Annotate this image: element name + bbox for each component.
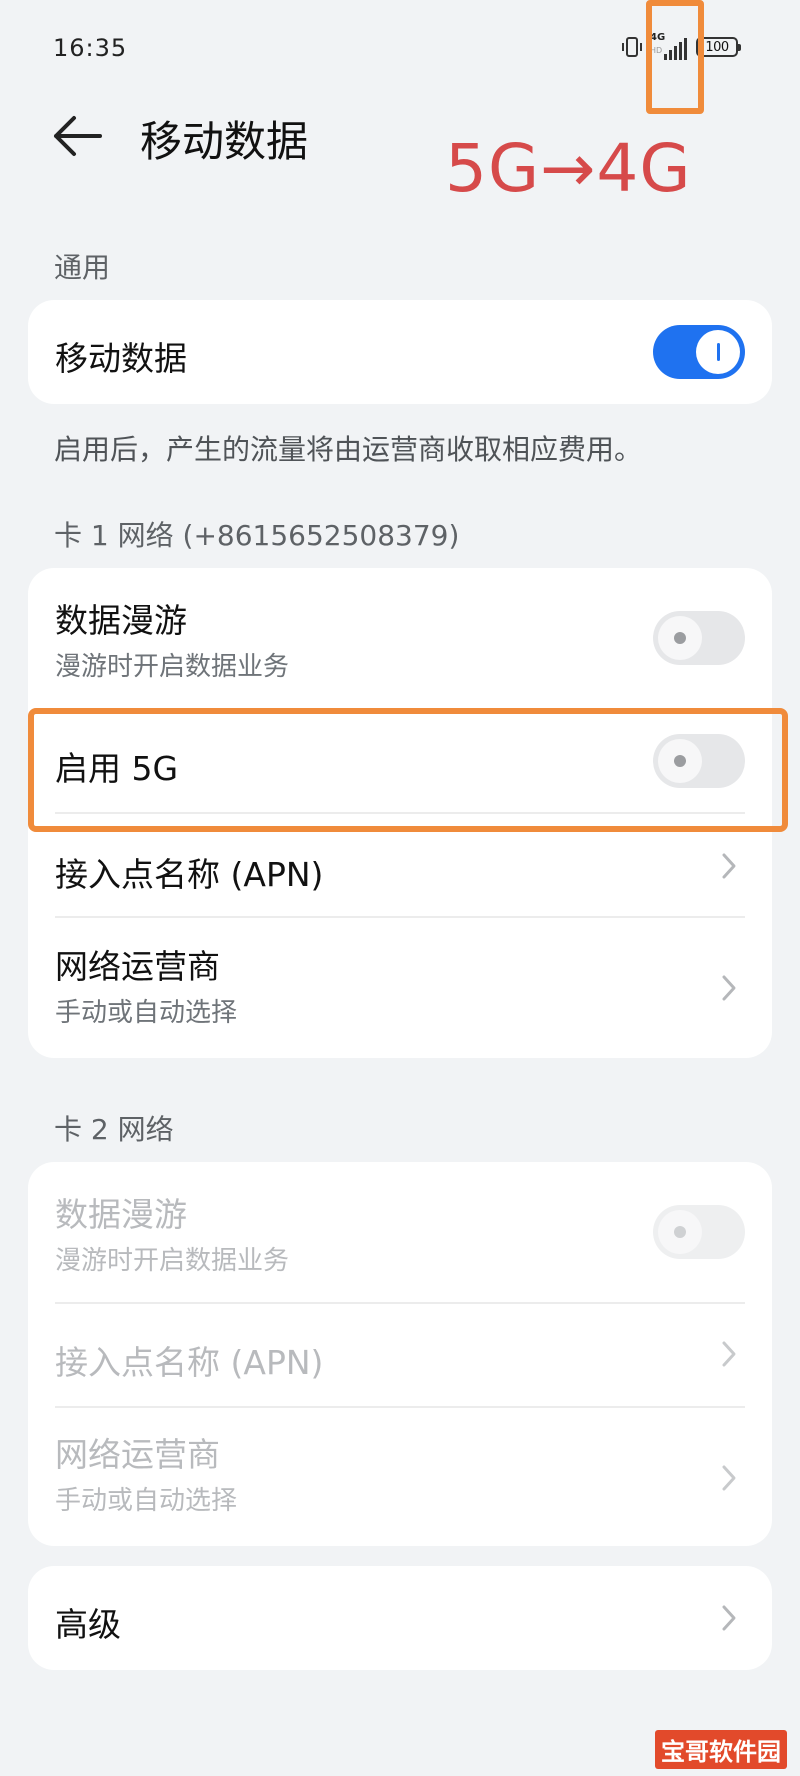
status-highlight-box (646, 0, 704, 114)
watermark: 宝哥软件园 (655, 1730, 787, 1769)
sim2-carrier-subtitle: 手动或自动选择 (55, 1486, 238, 1516)
sim1-carrier-subtitle: 手动或自动选择 (55, 998, 238, 1028)
sim1-apn-row[interactable]: 接入点名称 (APN) (28, 814, 772, 918)
status-time: 16:35 (53, 34, 128, 62)
sim2-roaming-row[interactable]: 数据漫游 漫游时开启数据业务 (28, 1162, 772, 1302)
sim1-apn-title: 接入点名称 (APN) (55, 855, 324, 894)
mobile-data-toggle[interactable] (653, 325, 745, 379)
vibrate-icon (622, 37, 642, 57)
enable-5g-toggle[interactable] (653, 734, 745, 788)
section-label-sim1: 卡 1 网络 (+8615652508379) (54, 519, 460, 552)
sim2-roaming-title: 数据漫游 (55, 1195, 187, 1234)
sim1-roaming-toggle[interactable] (653, 611, 745, 665)
sim2-roaming-subtitle: 漫游时开启数据业务 (55, 1246, 290, 1276)
mobile-data-note: 启用后，产生的流量将由运营商收取相应费用。 (54, 433, 643, 466)
sim1-carrier-row[interactable]: 网络运营商 手动或自动选择 (28, 918, 772, 1058)
chevron-right-icon (722, 853, 736, 879)
enable-5g-title: 启用 5G (55, 749, 179, 788)
chevron-right-icon (722, 1605, 736, 1631)
page-title: 移动数据 (140, 117, 309, 166)
sim1-carrier-title: 网络运营商 (55, 947, 220, 986)
general-card: 移动数据 (28, 300, 772, 404)
advanced-title: 高级 (55, 1605, 121, 1644)
sim2-carrier-row[interactable]: 网络运营商 手动或自动选择 (28, 1408, 772, 1546)
section-label-general: 通用 (54, 251, 111, 284)
chevron-right-icon (722, 1341, 736, 1367)
chevron-right-icon (722, 1465, 736, 1491)
advanced-row[interactable]: 高级 (28, 1566, 772, 1670)
back-arrow-icon[interactable] (50, 112, 104, 160)
sim2-carrier-title: 网络运营商 (55, 1435, 220, 1474)
sim2-card: 数据漫游 漫游时开启数据业务 接入点名称 (APN) 网络运营商 手动或自动选择 (28, 1162, 772, 1546)
enable-5g-row[interactable]: 启用 5G (28, 708, 772, 816)
sim1-card: 数据漫游 漫游时开启数据业务 启用 5G 接入点名称 (APN) 网络运营商 手… (28, 568, 772, 1058)
sim2-apn-row[interactable]: 接入点名称 (APN) (28, 1304, 772, 1408)
sim1-roaming-subtitle: 漫游时开启数据业务 (55, 652, 290, 682)
sim1-roaming-row[interactable]: 数据漫游 漫游时开启数据业务 (28, 568, 772, 708)
chevron-right-icon (722, 975, 736, 1001)
mobile-data-row[interactable]: 移动数据 (28, 300, 772, 404)
annotation-text: 5G→4G (445, 130, 692, 207)
mobile-data-label: 移动数据 (55, 339, 187, 378)
sim2-apn-title: 接入点名称 (APN) (55, 1343, 324, 1382)
sim1-roaming-title: 数据漫游 (55, 601, 187, 640)
advanced-card: 高级 (28, 1566, 772, 1670)
sim2-roaming-toggle[interactable] (653, 1205, 745, 1259)
section-label-sim2: 卡 2 网络 (54, 1113, 174, 1146)
